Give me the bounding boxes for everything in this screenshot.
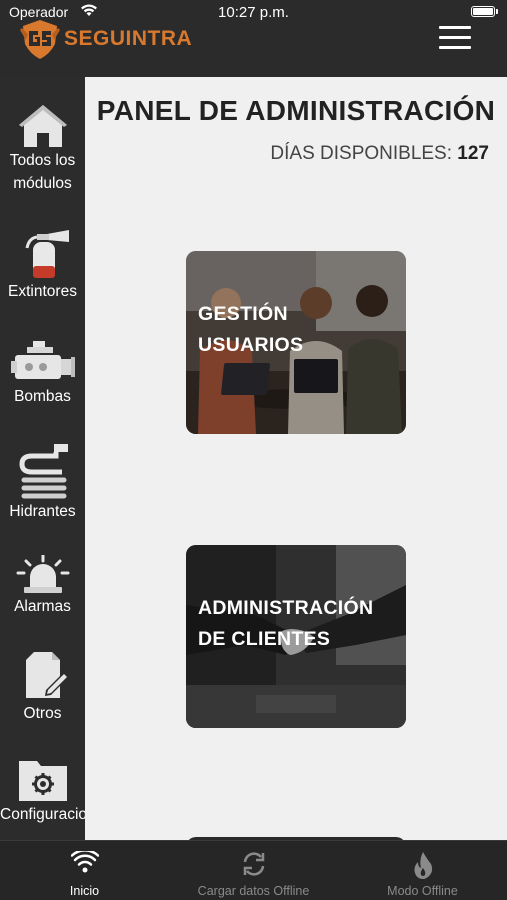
sidebar-label: Hidrantes xyxy=(9,503,76,520)
sync-icon xyxy=(243,852,264,876)
hamburger-menu-icon[interactable] xyxy=(439,26,471,50)
pump-icon xyxy=(10,341,75,379)
sidebar-item-extintores[interactable]: Extintores xyxy=(0,228,85,303)
bottom-tab-bar: Inicio Cargar datos Offline Modo Offline xyxy=(0,840,507,900)
page-title: PANEL DE ADMINISTRACIÓN xyxy=(96,95,496,126)
status-bar: Operador 10:27 p.m. xyxy=(0,0,507,22)
home-icon xyxy=(18,105,67,147)
sidebar-label: Bombas xyxy=(14,388,71,405)
card-administracion-clientes[interactable]: ADMINISTRACIÓN DE CLIENTES xyxy=(186,545,406,728)
sidebar-item-hidrantes[interactable]: Hidrantes xyxy=(0,442,85,523)
card-gestion-usuarios[interactable]: GESTIÓN USUARIOS xyxy=(186,251,406,434)
card-label: ADMINISTRACIÓN xyxy=(198,597,374,619)
sidebar-item-otros[interactable]: Otros xyxy=(0,650,85,725)
fire-extinguisher-icon xyxy=(25,230,69,278)
logo-text: SEGUINTRA xyxy=(64,27,193,50)
sidebar-label: Configuracio xyxy=(0,806,88,823)
tab-cargar-datos-offline[interactable]: Cargar datos Offline xyxy=(169,841,338,900)
shield-logo-icon xyxy=(20,20,60,59)
sidebar-label: Extintores xyxy=(8,283,77,300)
sidebar-item-alarmas[interactable]: Alarmas xyxy=(0,555,85,618)
tab-label: Cargar datos Offline xyxy=(197,884,310,898)
sidebar-label: Alarmas xyxy=(14,598,71,615)
days-value: 127 xyxy=(457,143,489,164)
document-edit-icon xyxy=(25,652,69,698)
sidebar-item-configuracion[interactable]: Configuracio xyxy=(0,757,88,826)
alarm-light-icon xyxy=(16,555,69,593)
main-panel: PANEL DE ADMINISTRACIÓN DÍAS DISPONIBLES… xyxy=(85,77,507,840)
wifi-icon xyxy=(70,851,99,873)
sidebar-item-bombas[interactable]: Bombas xyxy=(0,339,85,408)
flame-icon xyxy=(413,852,432,879)
card-label: DE CLIENTES xyxy=(198,628,331,650)
tab-label: Inicio xyxy=(69,884,100,898)
sidebar-label: Otros xyxy=(23,705,62,722)
seguintra-logo: SEGUINTRA xyxy=(20,18,192,60)
sidebar-item-todos-los-modulos[interactable]: Todos los módulos xyxy=(0,103,85,195)
settings-folder-icon xyxy=(18,761,67,801)
tab-label: Modo Offline xyxy=(387,884,458,898)
hydrant-hose-icon xyxy=(18,444,68,499)
card-label: GESTIÓN xyxy=(198,303,288,325)
days-label: DÍAS DISPONIBLES: xyxy=(270,143,453,164)
clock: 10:27 p.m. xyxy=(218,4,289,21)
card-label: USUARIOS xyxy=(198,334,304,356)
tab-modo-offline[interactable]: Modo Offline xyxy=(338,841,507,900)
battery-icon xyxy=(471,6,498,17)
sidebar-label: Todos los xyxy=(9,152,76,169)
sidebar-label: módulos xyxy=(13,175,72,192)
sidebar: Todos los módulos Extintores Bombas Hidr… xyxy=(0,77,88,840)
available-days: DÍAS DISPONIBLES: 127 xyxy=(270,143,489,165)
tab-inicio[interactable]: Inicio xyxy=(0,841,169,900)
